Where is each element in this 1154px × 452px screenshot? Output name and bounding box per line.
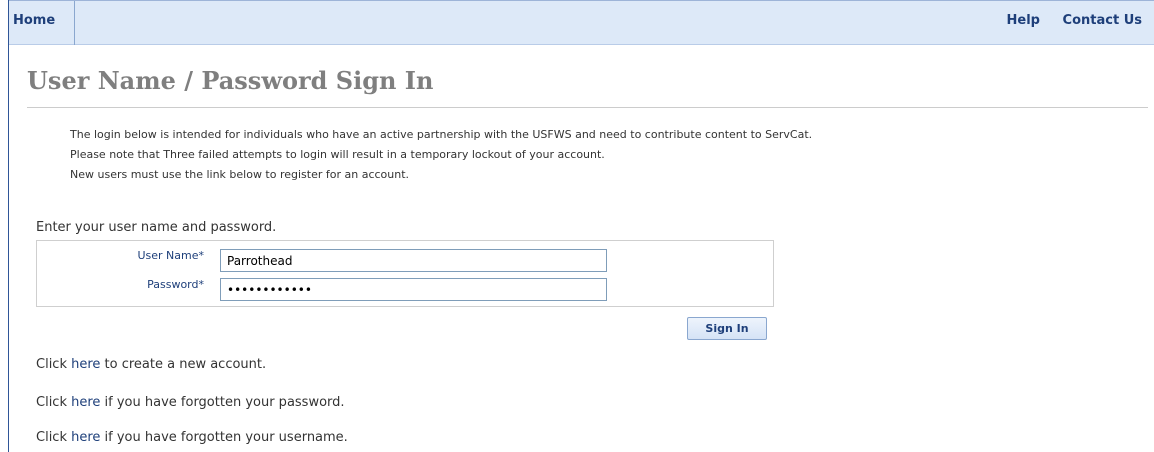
- link-prefix: Click: [36, 430, 72, 445]
- login-form-box: User Name* Password*: [36, 240, 774, 307]
- page-title: User Name / Password Sign In: [27, 66, 434, 95]
- forgot-username-line: Click here if you have forgotten your us…: [36, 430, 348, 445]
- username-label: User Name*: [137, 249, 204, 262]
- link-suffix: to create a new account.: [100, 357, 267, 372]
- intro-text: The login below is intended for individu…: [70, 125, 812, 185]
- username-input[interactable]: [220, 249, 607, 272]
- link-suffix: if you have forgotten your username.: [100, 430, 348, 445]
- link-prefix: Click: [36, 357, 72, 372]
- intro-line: Please note that Three failed attempts t…: [70, 148, 605, 161]
- forgot-username-link[interactable]: here: [71, 430, 100, 445]
- nav-right-links: Help Contact Us: [989, 1, 1142, 45]
- password-input[interactable]: [220, 278, 607, 301]
- top-navbar: Home Help Contact Us: [9, 0, 1154, 45]
- nav-help-link[interactable]: Help: [1007, 13, 1040, 28]
- link-suffix: if you have forgotten your password.: [100, 395, 345, 410]
- intro-line: The login below is intended for individu…: [70, 128, 813, 141]
- sign-in-button[interactable]: Sign In: [687, 317, 767, 340]
- title-divider: [27, 107, 1148, 108]
- create-account-link[interactable]: here: [71, 357, 100, 372]
- intro-line: New users must use the link below to reg…: [70, 168, 410, 181]
- page-frame: Home Help Contact Us User Name / Passwor…: [8, 0, 1154, 452]
- create-account-line: Click here to create a new account.: [36, 357, 266, 372]
- forgot-password-line: Click here if you have forgotten your pa…: [36, 395, 345, 410]
- link-prefix: Click: [36, 395, 72, 410]
- nav-contact-link[interactable]: Contact Us: [1063, 13, 1142, 28]
- password-label: Password*: [147, 278, 204, 291]
- forgot-password-link[interactable]: here: [71, 395, 100, 410]
- login-prompt: Enter your user name and password.: [36, 220, 277, 235]
- nav-home-link[interactable]: Home: [9, 1, 75, 45]
